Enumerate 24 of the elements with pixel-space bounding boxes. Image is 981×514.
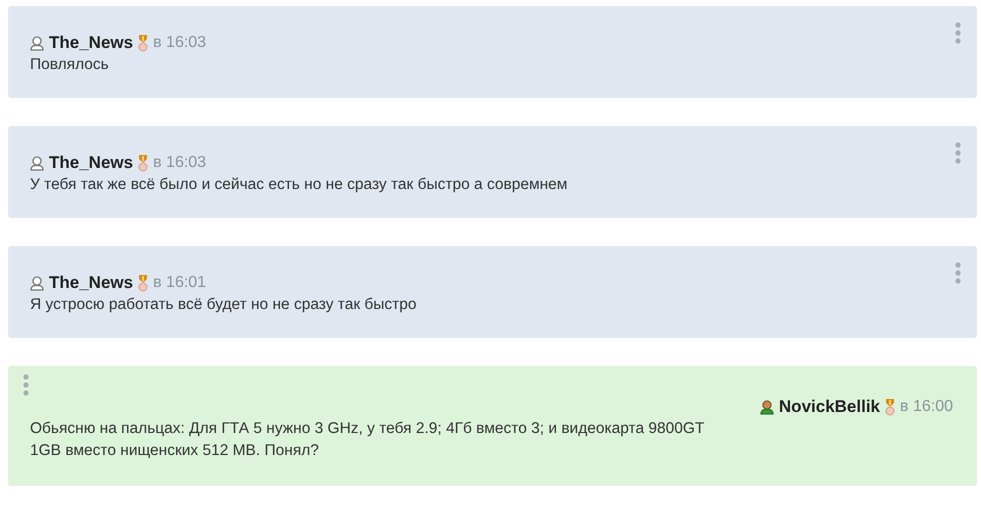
author-name[interactable]: The_News <box>49 153 134 173</box>
message-text: У тебя так же всё было и сейчас есть но не сразу так быстро а совремнем <box>30 175 568 195</box>
user-icon <box>760 400 774 414</box>
more-options-icon[interactable] <box>955 262 961 284</box>
more-options-icon[interactable] <box>23 374 29 396</box>
message-time: в 16:01 <box>153 274 206 292</box>
user-icon <box>30 156 44 170</box>
user-icon <box>30 36 44 50</box>
user-icon <box>30 276 44 290</box>
message-time: в 16:00 <box>900 398 953 416</box>
more-options-icon[interactable] <box>955 142 961 164</box>
medal-icon <box>138 274 148 292</box>
author-name[interactable]: The_News <box>49 273 134 293</box>
medal-icon <box>885 398 896 416</box>
more-options-icon[interactable] <box>955 22 961 44</box>
message-text: Обьясню на пальцах: Для ГТА 5 нужно 3 GHz, у тебя 2.9; 4Гб вместо 3; и видеокарта 9800GT 1GB вместо нищенских 512 MB. Понял? <box>30 419 706 461</box>
message-text: Я устросю работать всё будет но не сразу так быстро <box>30 295 418 315</box>
medal-icon <box>138 34 148 52</box>
message-time: в 16:03 <box>153 154 206 172</box>
author-name[interactable]: The_News <box>49 33 134 53</box>
medal-icon <box>138 154 148 172</box>
message-text: Повлялось <box>30 55 110 75</box>
author-name[interactable]: NovickBellik <box>778 397 880 417</box>
message-time: в 16:03 <box>153 34 206 52</box>
